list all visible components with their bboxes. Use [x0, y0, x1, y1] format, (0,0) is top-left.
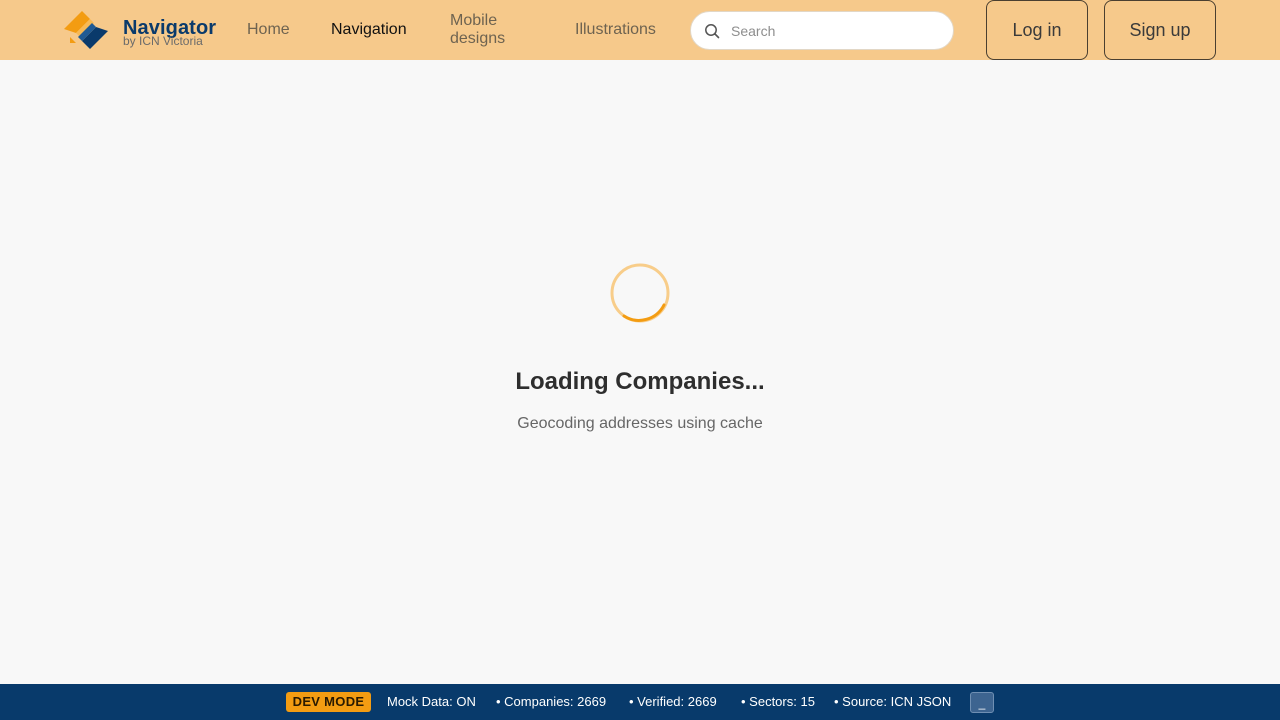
verified-count: • Verified: 2669	[629, 694, 717, 709]
navigator-logo[interactable]: Navigator by ICN Victoria	[62, 7, 222, 53]
nav-home[interactable]: Home	[247, 21, 290, 39]
mock-data-status: Mock Data: ON	[387, 694, 476, 709]
logo-subtitle: by ICN Victoria	[123, 34, 203, 48]
minimize-devbar-button[interactable]: _	[970, 692, 994, 713]
companies-count: • Companies: 2669	[496, 694, 607, 709]
top-navbar: Navigator by ICN Victoria Home Navigatio…	[0, 0, 1280, 60]
login-button[interactable]: Log in	[986, 0, 1088, 60]
navigator-logo-icon	[64, 11, 108, 49]
nav-mobile-designs[interactable]: Mobile designs	[450, 12, 530, 48]
dev-mode-badge: DEV MODE	[286, 692, 371, 712]
loading-subtitle: Geocoding addresses using cache	[517, 415, 763, 432]
nav-illustrations[interactable]: Illustrations	[575, 21, 656, 39]
signup-button[interactable]: Sign up	[1104, 0, 1216, 60]
data-source: • Source: ICN JSON	[834, 694, 952, 709]
sectors-count: • Sectors: 15	[741, 694, 815, 709]
dev-status-bar: DEV MODE Mock Data: ON • Companies: 2669…	[0, 684, 1280, 720]
search-input[interactable]	[731, 20, 941, 42]
loading-title: Loading Companies...	[515, 368, 765, 395]
loading-spinner-icon	[610, 263, 670, 323]
nav-navigation[interactable]: Navigation	[331, 21, 407, 39]
search-icon	[705, 24, 720, 39]
search-box	[690, 11, 954, 50]
